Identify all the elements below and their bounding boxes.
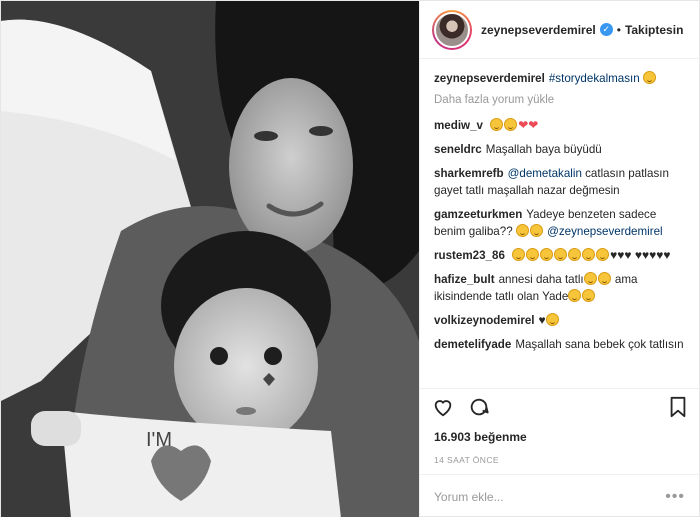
caption-username[interactable]: zeynepseverdemirel — [434, 72, 545, 85]
grin-emoji-icon — [583, 272, 597, 285]
follow-status[interactable]: Takiptesin — [625, 23, 683, 37]
black-heart-icon: ♥ — [538, 313, 546, 327]
comment-item: hafize_bult annesi daha tatlı ama ikisind… — [434, 271, 685, 305]
grin-emoji-icon — [597, 272, 611, 285]
post-photo[interactable]: I'M — [1, 1, 419, 517]
photo-illustration: I'M — [1, 1, 419, 517]
smile-emoji-icon — [545, 313, 559, 326]
post-timestamp[interactable]: 14 SAAT ÖNCE — [420, 450, 699, 474]
post-header: zeynepseverdemirel ✓ • Takiptesin — [420, 1, 699, 59]
comment-username[interactable]: gamzeeturkmen — [434, 208, 522, 221]
comment-input[interactable] — [434, 489, 654, 504]
thinking-emoji-icon — [529, 224, 543, 237]
separator-dot: • — [616, 22, 621, 37]
smile-emoji-icon — [504, 118, 518, 131]
svg-text:I'M: I'M — [146, 429, 172, 451]
heart-icon[interactable] — [432, 396, 454, 421]
comment-item: volkizeynodemirel ♥ — [434, 312, 685, 329]
avatar-image — [434, 11, 470, 48]
grin-emoji-icon — [596, 248, 610, 261]
verified-icon: ✓ — [599, 23, 613, 36]
comment-username[interactable]: seneldrc — [434, 143, 482, 156]
comment-username[interactable]: mediw_v — [434, 119, 483, 132]
comment-item: rustem23_86 ♥♥♥ ♥♥♥♥♥ — [434, 247, 685, 264]
comment-text: Maşallah baya büyüdü — [485, 143, 602, 156]
black-heart-icon: ♥♥♥ ♥♥♥♥♥ — [610, 248, 671, 262]
grin-emoji-icon — [582, 248, 596, 261]
comment-mention[interactable]: @demetakalin — [508, 167, 582, 180]
comment-username[interactable]: sharkemrefb — [434, 167, 504, 180]
avatar[interactable] — [432, 9, 472, 50]
red-heart-icon: ❤ — [528, 118, 539, 132]
grin-emoji-icon — [568, 248, 582, 261]
red-heart-icon: ❤ — [518, 118, 529, 132]
caption-hashtag[interactable]: #storydekalmasın — [549, 72, 640, 85]
instagram-post: I'M zeynepseverdemirel ✓ • Takiptesin ze… — [0, 0, 700, 517]
thinking-emoji-icon — [515, 224, 529, 237]
comment-username[interactable]: demetelifyade — [434, 338, 511, 351]
comment-item: gamzeeturkmen Yadeye benzeten sadece beni… — [434, 206, 685, 240]
post-sidebar: zeynepseverdemirel ✓ • Takiptesin zeynep… — [419, 1, 699, 517]
comment-username[interactable]: rustem23_86 — [434, 249, 505, 262]
comment-text: annesi daha tatlı — [498, 273, 584, 286]
comment-username[interactable]: hafize_bult — [434, 273, 495, 286]
more-icon[interactable]: ••• — [665, 488, 685, 506]
load-more-comments[interactable]: Daha fazla yorum yükle — [434, 94, 685, 106]
add-comment-bar: ••• — [420, 474, 699, 517]
grin-emoji-icon — [526, 248, 540, 261]
comment-username[interactable]: volkizeynodemirel — [434, 314, 535, 327]
header-username[interactable]: zeynepseverdemirel — [481, 23, 596, 37]
action-bar — [420, 388, 699, 428]
bookmark-icon[interactable] — [669, 396, 687, 421]
comment-icon[interactable] — [468, 396, 490, 421]
wink-emoji-icon — [490, 118, 504, 131]
comment-item: demetelifyade Maşallah sana bebek çok tat… — [434, 336, 685, 353]
like-count[interactable]: 16.903 beğenme — [420, 428, 699, 450]
grin-emoji-icon — [512, 248, 526, 261]
grin-emoji-icon — [540, 248, 554, 261]
comment-mention[interactable]: @zeynepseverdemirel — [547, 225, 663, 238]
comment-item: sharkemrefb @demetakalin catlasın patlası… — [434, 165, 685, 199]
smile-emoji-icon — [568, 289, 582, 302]
caption: zeynepseverdemirel #storydekalmasın — [434, 70, 685, 87]
grin-emoji-icon — [554, 248, 568, 261]
comment-text: Maşallah sana bebek çok tatlısın — [515, 338, 684, 351]
comment-list[interactable]: zeynepseverdemirel #storydekalmasın Daha … — [420, 59, 699, 388]
laughing-emoji-icon — [642, 71, 656, 84]
comment-item: mediw_v ❤❤ — [434, 117, 685, 134]
comment-item: seneldrc Maşallah baya büyüdü — [434, 141, 685, 158]
smile-emoji-icon — [582, 289, 596, 302]
